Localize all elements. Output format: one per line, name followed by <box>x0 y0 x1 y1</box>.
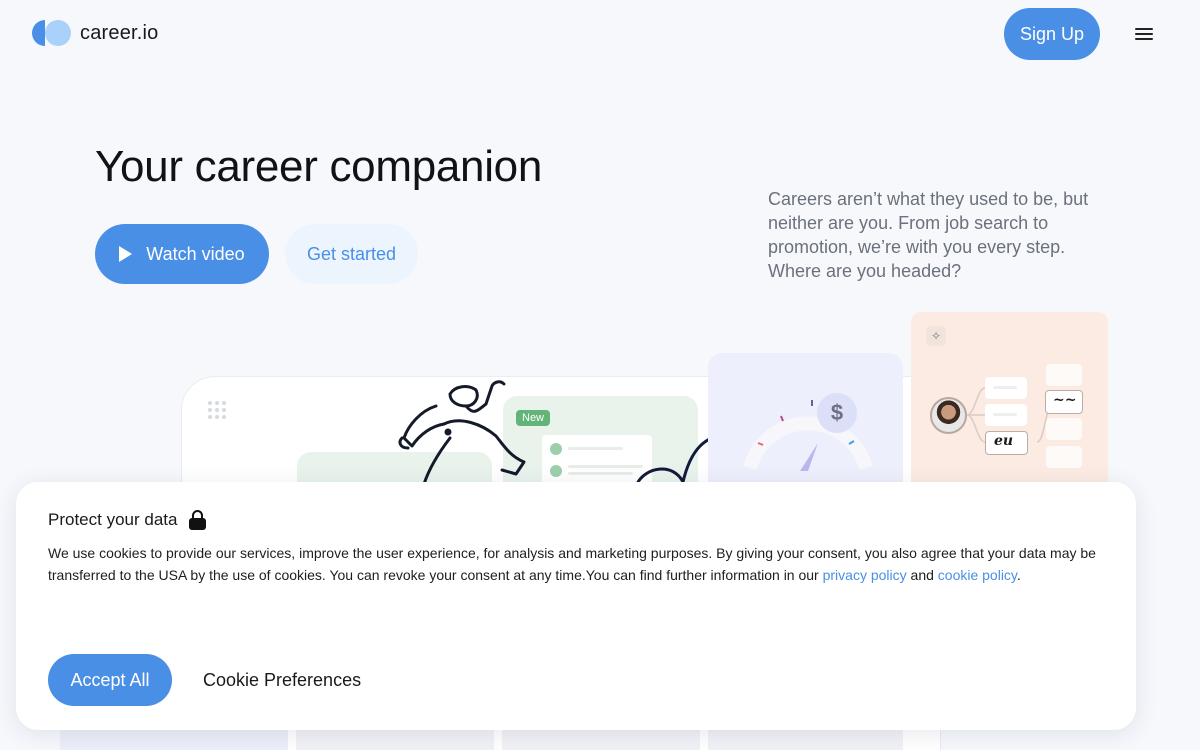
cookie-policy-link[interactable]: cookie policy <box>938 567 1017 583</box>
checklist-line <box>568 465 643 468</box>
illustration-bottom-card <box>502 730 700 750</box>
logo-icon <box>32 20 72 46</box>
mindmap-node-highlighted: ~~ <box>1045 390 1083 414</box>
grid-dots-icon <box>208 401 226 419</box>
cookie-end-text: . <box>1016 567 1021 583</box>
watch-video-button[interactable]: Watch video <box>95 224 269 284</box>
checklist-line <box>568 472 633 475</box>
mindmap-node <box>1046 364 1082 386</box>
get-started-button[interactable]: Get started <box>285 224 418 284</box>
cookie-title: Protect your data <box>48 510 207 530</box>
illustration-bottom-card <box>708 730 903 750</box>
logo-link[interactable]: career.io <box>32 20 159 46</box>
cookie-consent-modal: Protect your data We use cookies to prov… <box>16 482 1136 730</box>
cookie-title-text: Protect your data <box>48 510 178 529</box>
mindmap-node <box>985 377 1027 399</box>
watch-video-label: Watch video <box>146 243 245 264</box>
check-icon <box>550 465 562 477</box>
checklist-line <box>568 447 623 450</box>
sign-up-button[interactable]: Sign Up <box>1004 8 1100 60</box>
accept-all-button[interactable]: Accept All <box>48 654 172 706</box>
mindmap-node <box>1046 418 1082 440</box>
sparkle-icon: ✧ <box>926 326 946 346</box>
logo-text: career.io <box>80 21 159 44</box>
cookie-description: We use cookies to provide our services, … <box>48 542 1113 586</box>
cookie-preferences-button[interactable]: Cookie Preferences <box>203 654 361 706</box>
mindmap-node-highlighted: eu <box>985 431 1028 455</box>
user-avatar <box>930 397 967 434</box>
check-icon <box>550 443 562 455</box>
hero-title: Your career companion <box>95 142 543 191</box>
hero-description: Careers aren’t what they used to be, but… <box>768 189 1089 281</box>
salary-gauge-illustration <box>743 400 873 471</box>
privacy-policy-link[interactable]: privacy policy <box>823 567 907 583</box>
hamburger-menu-icon[interactable] <box>1130 22 1158 46</box>
illustration-bottom-card <box>296 730 494 750</box>
running-person-illustration <box>398 380 526 486</box>
play-icon <box>119 246 133 262</box>
dollar-icon: $ <box>817 393 857 433</box>
cookie-and-text: and <box>906 567 938 583</box>
mindmap-node <box>985 404 1027 426</box>
lock-icon <box>189 510 207 530</box>
site-header: career.io Sign Up <box>0 0 1200 68</box>
illustration-bottom-card <box>60 730 288 750</box>
mindmap-node <box>1046 446 1082 468</box>
